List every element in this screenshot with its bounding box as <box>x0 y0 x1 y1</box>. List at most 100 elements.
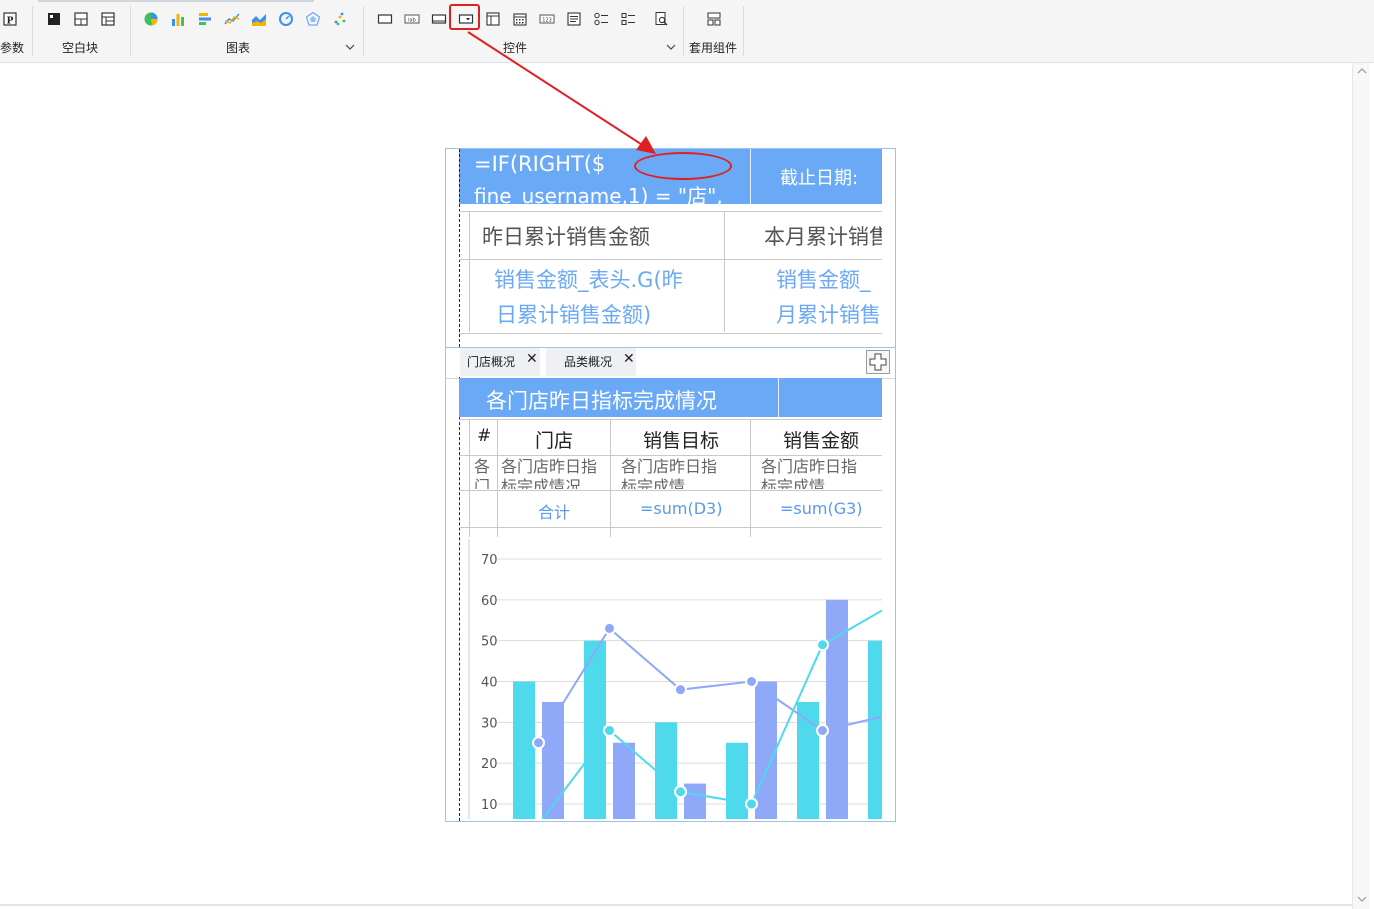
chart-point <box>745 675 758 688</box>
table-cell: 各门 <box>474 457 491 489</box>
add-tab-button[interactable] <box>866 350 890 374</box>
number-widget-icon[interactable]: 123 <box>537 9 557 29</box>
y-tick-label: 50 <box>481 635 498 650</box>
total-label: 合计 <box>538 503 571 522</box>
kpi-grid-line <box>459 259 882 260</box>
table-grid-line <box>610 419 611 537</box>
grid-layout-icon[interactable] <box>98 9 118 29</box>
chevron-up-icon[interactable] <box>1357 67 1367 75</box>
date-widget-icon[interactable] <box>510 9 530 29</box>
total-target: =sum(D3) <box>640 499 723 518</box>
table-grid-line <box>750 419 751 537</box>
divider <box>363 6 364 56</box>
table-cell: 各门店昨日指标完成情况 <box>501 457 598 489</box>
textarea-widget-icon[interactable] <box>564 9 584 29</box>
group-label-chart: 图表 <box>226 41 251 55</box>
annotation-arrow <box>467 31 656 154</box>
chart-point <box>816 724 829 737</box>
svg-text:123: 123 <box>542 18 552 24</box>
col2-value-line1: 销售金额_ <box>776 268 871 292</box>
combo-chart[interactable]: 70 60 50 40 30 20 10 <box>459 539 882 819</box>
y-tick-label: 40 <box>481 676 498 691</box>
chart-bar <box>513 681 535 819</box>
parameter-icon[interactable]: P <box>0 9 20 29</box>
col1-value-line1: 销售金额_表头.G(昨 <box>494 268 683 292</box>
bottom-divider <box>0 904 1352 906</box>
text-field-widget-icon[interactable] <box>429 9 449 29</box>
split-horizontal-icon[interactable] <box>71 9 91 29</box>
scatter-chart-icon[interactable] <box>330 9 350 29</box>
chart-point <box>674 683 687 697</box>
table-header-index: # <box>477 426 492 446</box>
group-label-params: 参数 <box>0 41 25 55</box>
dropdown-highlight-box <box>449 4 480 30</box>
table-header-sales: 销售金额 <box>783 430 860 452</box>
chart-point <box>674 785 687 799</box>
chart-point <box>532 736 545 750</box>
bar-chart-icon[interactable] <box>168 9 188 29</box>
close-icon[interactable]: ✕ <box>526 351 538 367</box>
area-chart-icon[interactable] <box>249 9 269 29</box>
table-grid-line <box>459 490 882 491</box>
chart-bar <box>868 640 882 819</box>
svg-text:lab: lab <box>408 18 416 24</box>
store-section-title: 各门店昨日指标完成情况 <box>486 389 717 413</box>
combo-widget-icon[interactable] <box>483 9 503 29</box>
col1-value-line2: 日累计销售金额) <box>496 303 652 327</box>
absolute-block-icon[interactable] <box>44 9 64 29</box>
close-icon[interactable]: ✕ <box>623 351 635 367</box>
table-cell: 各门店昨日指标完成情 <box>621 457 718 489</box>
checkbox-group-widget-icon[interactable] <box>618 9 638 29</box>
ribbon-toolbar: P 参数 空白块 图表 lab 123 控件 套用组件 <box>0 0 1374 63</box>
y-tick-label: 30 <box>481 716 498 731</box>
horizontal-bar-icon[interactable] <box>195 9 215 29</box>
table-grid-line <box>459 527 882 528</box>
header-divider <box>750 149 751 204</box>
gauge-chart-icon[interactable] <box>276 9 296 29</box>
col2-value-line2: 月累计销售 <box>776 303 881 327</box>
deadline-label: 截止日期: <box>780 168 859 189</box>
chevron-down-icon[interactable] <box>345 42 355 52</box>
divider <box>683 6 684 56</box>
chart-bar <box>655 722 677 819</box>
chevron-down-icon[interactable] <box>1357 895 1367 903</box>
tab-category-label: 品类概况 <box>564 355 613 369</box>
y-tick-label: 20 <box>481 757 498 772</box>
button-widget-icon[interactable] <box>375 9 395 29</box>
kpi-grid-line <box>724 211 725 332</box>
tab-store-label: 门店概况 <box>467 355 516 369</box>
chart-bar <box>726 742 748 819</box>
svg-text:P: P <box>7 17 14 27</box>
radio-group-widget-icon[interactable] <box>591 9 611 29</box>
chart-bar <box>613 742 635 819</box>
mobile-preview-frame[interactable]: =IF(RIGHT($ fine_username,1) = "店", 截止日期… <box>445 148 896 822</box>
add-icon <box>869 353 887 371</box>
total-sales: =sum(G3) <box>780 499 863 518</box>
y-tick-label: 70 <box>481 553 498 568</box>
chart-point <box>603 621 616 635</box>
divider <box>32 6 33 56</box>
vertical-scrollbar[interactable] <box>1352 63 1370 909</box>
kpi-grid-line <box>469 211 470 332</box>
divider <box>743 6 744 56</box>
y-tick-label: 60 <box>481 594 498 609</box>
col2-header: 本月累计销售 <box>764 225 882 249</box>
col1-header: 昨日累计销售金额 <box>482 225 650 249</box>
table-grid-line <box>459 455 882 456</box>
chart-bar <box>584 640 606 819</box>
pie-chart-icon[interactable] <box>141 9 161 29</box>
group-label-blank: 空白块 <box>62 41 99 55</box>
chevron-down-icon[interactable] <box>666 42 676 52</box>
line-chart-icon[interactable] <box>222 9 242 29</box>
table-grid-line <box>497 419 498 537</box>
table-header-store: 门店 <box>535 430 574 452</box>
y-tick-label: 10 <box>481 798 498 813</box>
label-widget-icon[interactable]: lab <box>402 9 422 29</box>
query-button-icon[interactable] <box>651 9 671 29</box>
template-component-icon[interactable] <box>704 9 724 29</box>
chart-bar <box>755 681 777 819</box>
table-header-target: 销售目标 <box>643 430 720 452</box>
tab-indicator <box>38 0 314 2</box>
header-formula-line2: fine_username,1) = "店", <box>474 184 723 204</box>
radar-chart-icon[interactable] <box>303 9 323 29</box>
